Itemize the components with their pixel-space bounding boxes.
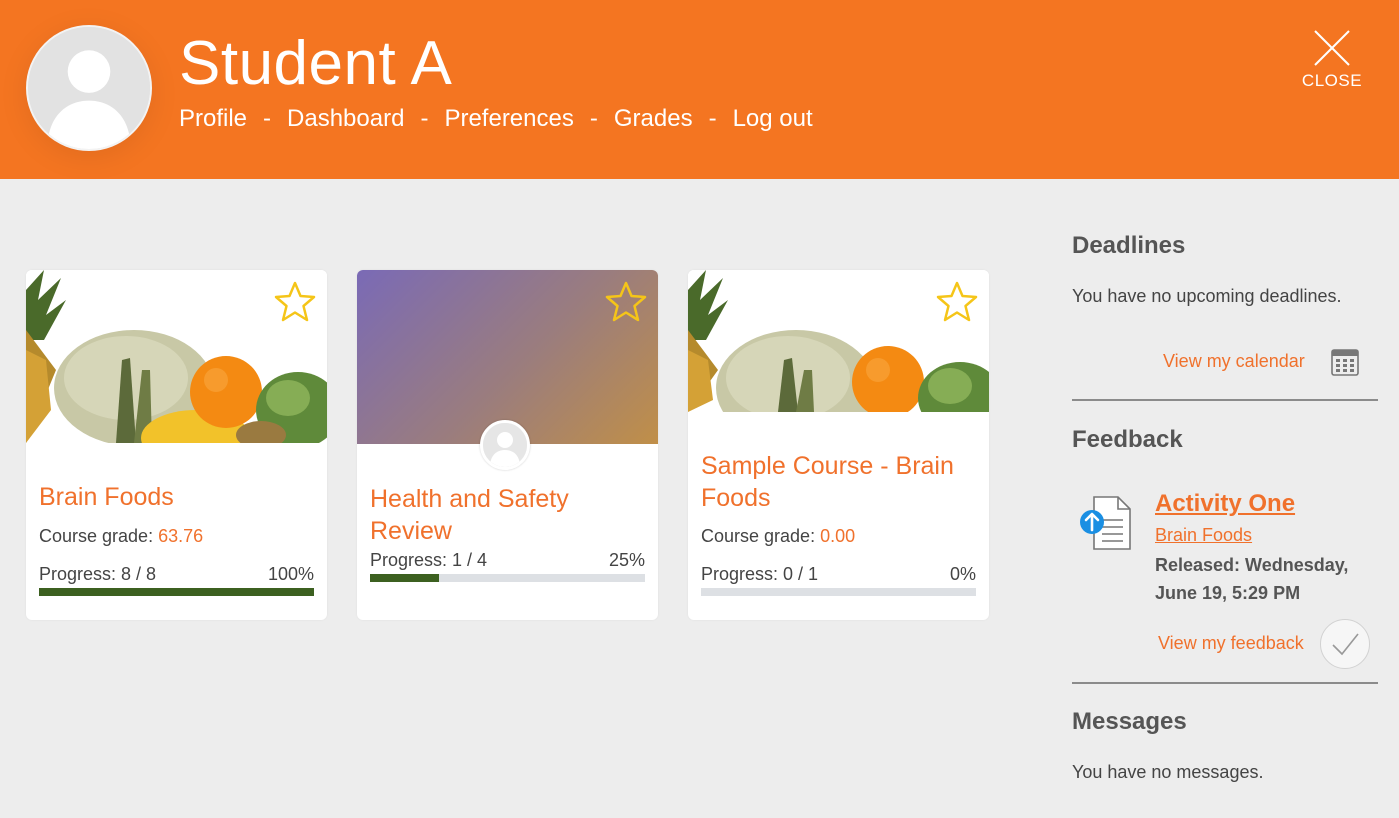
nav-dashboard[interactable]: Dashboard bbox=[287, 105, 404, 133]
user-name: Student A bbox=[179, 29, 453, 98]
progress-bar bbox=[370, 574, 645, 582]
course-grade: Course grade: 0.00 bbox=[701, 526, 855, 547]
feedback-title: Feedback bbox=[1072, 426, 1183, 453]
course-progress-text: Progress: 0 / 1 0% bbox=[701, 564, 976, 585]
course-grade-value: 63.76 bbox=[158, 526, 204, 546]
feedback-course-link[interactable]: Brain Foods bbox=[1155, 525, 1252, 546]
course-progress-text: Progress: 8 / 8 100% bbox=[39, 564, 314, 585]
course-title[interactable]: Sample Course - Brain Foods bbox=[701, 450, 971, 514]
messages-title: Messages bbox=[1072, 708, 1187, 735]
feedback-activity-link[interactable]: Activity One bbox=[1155, 490, 1295, 518]
feedback-activity-icon bbox=[1078, 494, 1134, 552]
calendar-button[interactable] bbox=[1331, 348, 1359, 376]
progress-percent: 0% bbox=[949, 564, 976, 584]
messages-text: You have no messages. bbox=[1072, 762, 1264, 782]
star-icon bbox=[605, 281, 647, 322]
sidebar-divider bbox=[1072, 399, 1378, 401]
view-feedback-link[interactable]: View my feedback bbox=[1158, 633, 1304, 654]
nav-separator: - bbox=[263, 105, 272, 132]
nav-separator: - bbox=[708, 105, 717, 132]
teacher-avatar[interactable] bbox=[480, 420, 530, 470]
progress-percent: 100% bbox=[267, 564, 314, 584]
progress-bar bbox=[39, 588, 314, 596]
favourite-star-button[interactable] bbox=[273, 280, 317, 324]
favourite-star-button[interactable] bbox=[604, 280, 648, 324]
deadlines-title: Deadlines bbox=[1072, 232, 1186, 259]
progress-count: Progress: 0 / 1 bbox=[701, 564, 819, 584]
user-nav: Profile - Dashboard - Preferences - Grad… bbox=[179, 104, 813, 134]
calendar-icon bbox=[1331, 349, 1359, 376]
user-menu-header: Student A Profile - Dashboard - Preferen… bbox=[0, 0, 1399, 179]
nav-separator: - bbox=[420, 105, 429, 132]
close-icon bbox=[1314, 30, 1350, 66]
deadlines-text: You have no upcoming deadlines. bbox=[1072, 286, 1342, 306]
favourite-star-button[interactable] bbox=[935, 280, 979, 324]
sidebar-divider bbox=[1072, 682, 1378, 684]
course-title[interactable]: Health and Safety Review bbox=[370, 483, 640, 547]
nav-logout[interactable]: Log out bbox=[733, 105, 813, 133]
assignment-upload-icon bbox=[1080, 496, 1131, 550]
nav-grades[interactable]: Grades bbox=[614, 105, 693, 133]
default-user-icon bbox=[28, 27, 150, 149]
progress-bar bbox=[701, 588, 976, 596]
star-icon bbox=[274, 281, 316, 322]
course-card[interactable]: Health and Safety Review Progress: 1 / 4… bbox=[357, 270, 658, 620]
course-grade-label: Course grade: bbox=[39, 526, 154, 546]
course-grade-value: 0.00 bbox=[820, 526, 856, 546]
close-button[interactable]: CLOSE bbox=[1300, 28, 1364, 94]
nav-profile[interactable]: Profile bbox=[179, 105, 247, 133]
progress-count: Progress: 1 / 4 bbox=[370, 550, 488, 570]
progress-bar-fill bbox=[39, 588, 314, 596]
nav-preferences[interactable]: Preferences bbox=[444, 105, 573, 133]
nav-separator: - bbox=[589, 105, 598, 132]
course-grade-label: Course grade: bbox=[701, 526, 816, 546]
view-calendar-link[interactable]: View my calendar bbox=[1163, 351, 1305, 372]
star-icon bbox=[936, 281, 978, 322]
default-user-icon bbox=[483, 423, 527, 467]
course-progress-text: Progress: 1 / 4 25% bbox=[370, 550, 645, 571]
progress-percent: 25% bbox=[608, 550, 645, 570]
user-avatar[interactable] bbox=[26, 25, 152, 151]
course-card[interactable]: Brain Foods Course grade: 63.76 Progress… bbox=[26, 270, 327, 620]
checkmark-icon bbox=[1332, 633, 1359, 656]
view-feedback-button[interactable] bbox=[1320, 619, 1370, 669]
feedback-released-date: Released: Wednesday, June 19, 5:29 PM bbox=[1155, 555, 1349, 603]
progress-count: Progress: 8 / 8 bbox=[39, 564, 157, 584]
course-grade: Course grade: 63.76 bbox=[39, 526, 203, 547]
course-title[interactable]: Brain Foods bbox=[39, 481, 309, 513]
close-label: CLOSE bbox=[1301, 71, 1363, 90]
course-card[interactable]: Sample Course - Brain Foods Course grade… bbox=[688, 270, 989, 620]
progress-bar-fill bbox=[370, 574, 439, 582]
